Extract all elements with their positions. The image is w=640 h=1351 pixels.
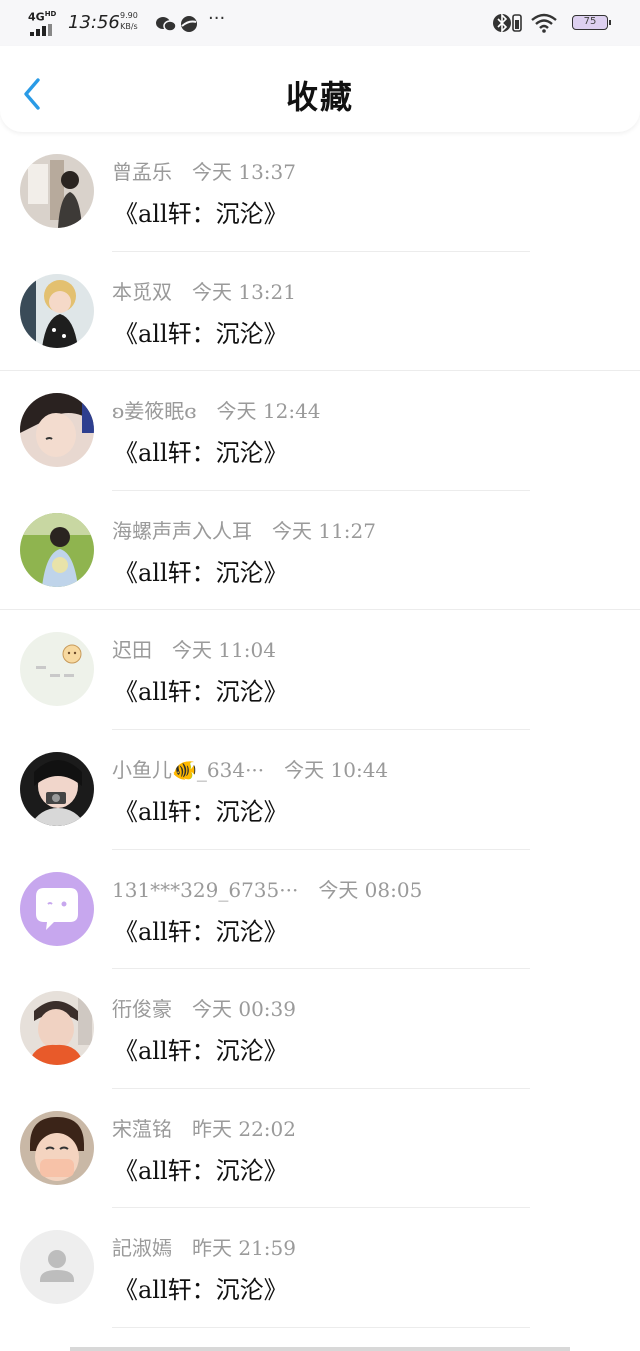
user-name: 本觅双 (112, 279, 172, 304)
favorites-list: 曾孟乐 今天 13:37 《all轩：沉沦》 本觅双 今天 13:21 《all轩：… (0, 132, 640, 1328)
item-meta: 本觅双 今天 13:21 (112, 276, 296, 305)
more-notifications-icon: ··· (208, 8, 226, 29)
chat-bubble-avatar-icon (20, 871, 94, 946)
photo-laugh-avatar-icon (20, 1110, 94, 1185)
item-time: 今天 00:39 (192, 997, 296, 1022)
user-name: 記淑嫣 (112, 1236, 172, 1261)
item-time: 今天 11:04 (172, 638, 276, 663)
item-time: 今天 13:37 (192, 160, 296, 184)
user-name: 迟田 (112, 638, 152, 663)
item-message: 《all轩：沉沦》 (114, 1037, 288, 1066)
user-name: 小鱼儿🐠_634··· (112, 757, 265, 782)
user-name: ʚ姜筱眠ɞ (112, 399, 197, 424)
user-name: 曾孟乐 (112, 160, 172, 184)
page-title: 收藏 (285, 78, 354, 116)
item-message: 《all轩：沉沦》 (114, 1276, 288, 1305)
list-item[interactable]: 宋蕰铭 昨天 22:02 《all轩：沉沦》 (0, 1089, 640, 1209)
status-bar: 4GHD 13:56 9.90 KB/s ··· 75 (0, 0, 640, 46)
user-name: 海螺声声入人耳 (112, 518, 252, 543)
item-meta: 衎俊豪 今天 00:39 (112, 993, 296, 1022)
user-name: 宋蕰铭 (112, 1116, 172, 1141)
list-item[interactable]: 本觅双 今天 13:21 《all轩：沉沦》 (0, 252, 640, 372)
bottom-scroll-indicator (70, 1347, 570, 1351)
item-message: 《all轩：沉沦》 (114, 678, 288, 707)
list-item[interactable]: ʚ姜筱眠ɞ 今天 12:44 《all轩：沉沦》 (0, 371, 640, 491)
item-message: 《all轩：沉沦》 (114, 1156, 288, 1185)
item-time: 昨天 21:59 (192, 1236, 296, 1261)
list-item[interactable]: 衎俊豪 今天 00:39 《all轩：沉沦》 (0, 969, 640, 1089)
item-message: 《all轩：沉沦》 (114, 797, 288, 826)
item-message: 《all轩：沉沦》 (114, 200, 288, 228)
user-avatar-icon (20, 1230, 94, 1305)
item-meta: 海螺声声入人耳 今天 11:27 (112, 515, 376, 544)
item-message: 《all轩：沉沦》 (114, 917, 288, 946)
item-time: 今天 11:27 (272, 518, 376, 543)
item-time: 今天 12:44 (216, 399, 321, 424)
item-meta: 131***329_6735··· 今天 08:05 (112, 874, 422, 903)
item-message: 《all轩：沉沦》 (114, 558, 288, 587)
item-meta: 曾孟乐 今天 13:37 (112, 156, 296, 185)
item-meta: ʚ姜筱眠ɞ 今天 12:44 (112, 395, 321, 424)
battery-icon: 75 (572, 15, 611, 30)
avatar[interactable] (20, 751, 94, 826)
avatar[interactable] (20, 393, 94, 468)
network-indicator: 4GHD (28, 10, 57, 24)
photo-girl-avatar-icon (20, 393, 94, 468)
divider (112, 1326, 530, 1328)
item-meta: 小鱼儿🐠_634··· 今天 10:44 (112, 754, 388, 783)
avatar[interactable] (20, 991, 94, 1066)
network-speed: 9.90 KB/s (120, 11, 138, 31)
list-item[interactable]: 131***329_6735··· 今天 08:05 《all轩：沉沦》 (0, 850, 640, 970)
avatar[interactable] (20, 871, 94, 946)
photo-camera-avatar-icon (20, 751, 94, 826)
status-time: 13:56 (68, 12, 120, 33)
avatar[interactable] (20, 273, 94, 348)
item-meta: 記淑嫣 昨天 21:59 (112, 1232, 296, 1261)
item-meta: 迟田 今天 11:04 (112, 634, 276, 663)
item-time: 今天 08:05 (318, 877, 423, 902)
list-item[interactable]: 曾孟乐 今天 13:37 《all轩：沉沦》 (0, 132, 640, 252)
photo-outdoor-avatar-icon (20, 512, 94, 587)
cartoon-sun-avatar-icon (20, 632, 94, 707)
list-item[interactable]: 海螺声声入人耳 今天 11:27 《all轩：沉沦》 (0, 491, 640, 611)
avatar[interactable] (20, 512, 94, 587)
avatar[interactable] (20, 1230, 94, 1305)
list-item[interactable]: 小鱼儿🐠_634··· 今天 10:44 《all轩：沉沦》 (0, 730, 640, 850)
signal-icon (30, 24, 56, 36)
item-meta: 宋蕰铭 昨天 22:02 (112, 1113, 296, 1142)
item-message: 《all轩：沉沦》 (114, 439, 288, 468)
user-name: 131***329_6735··· (112, 877, 299, 902)
photo-man-avatar-icon (20, 991, 94, 1066)
list-item[interactable]: 迟田 今天 11:04 《all轩：沉沦》 (0, 610, 640, 730)
photo-child-avatar-icon (20, 273, 94, 348)
list-item[interactable]: 記淑嫣 昨天 21:59 《all轩：沉沦》 (0, 1208, 640, 1328)
user-name: 衎俊豪 (112, 997, 172, 1022)
item-time: 昨天 22:02 (192, 1116, 296, 1141)
avatar[interactable] (20, 1110, 94, 1185)
photo-boy-avatar-icon (20, 154, 94, 228)
item-time: 今天 10:44 (284, 757, 389, 782)
avatar[interactable] (20, 632, 94, 707)
notification-icons: ··· (156, 8, 236, 34)
item-time: 今天 13:21 (192, 279, 296, 304)
bluetooth-wifi-icons (493, 13, 557, 33)
nav-header: 收藏 (0, 46, 640, 132)
item-message: 《all轩：沉沦》 (114, 319, 288, 348)
avatar[interactable] (20, 154, 94, 228)
status-right: 75 (492, 12, 612, 34)
